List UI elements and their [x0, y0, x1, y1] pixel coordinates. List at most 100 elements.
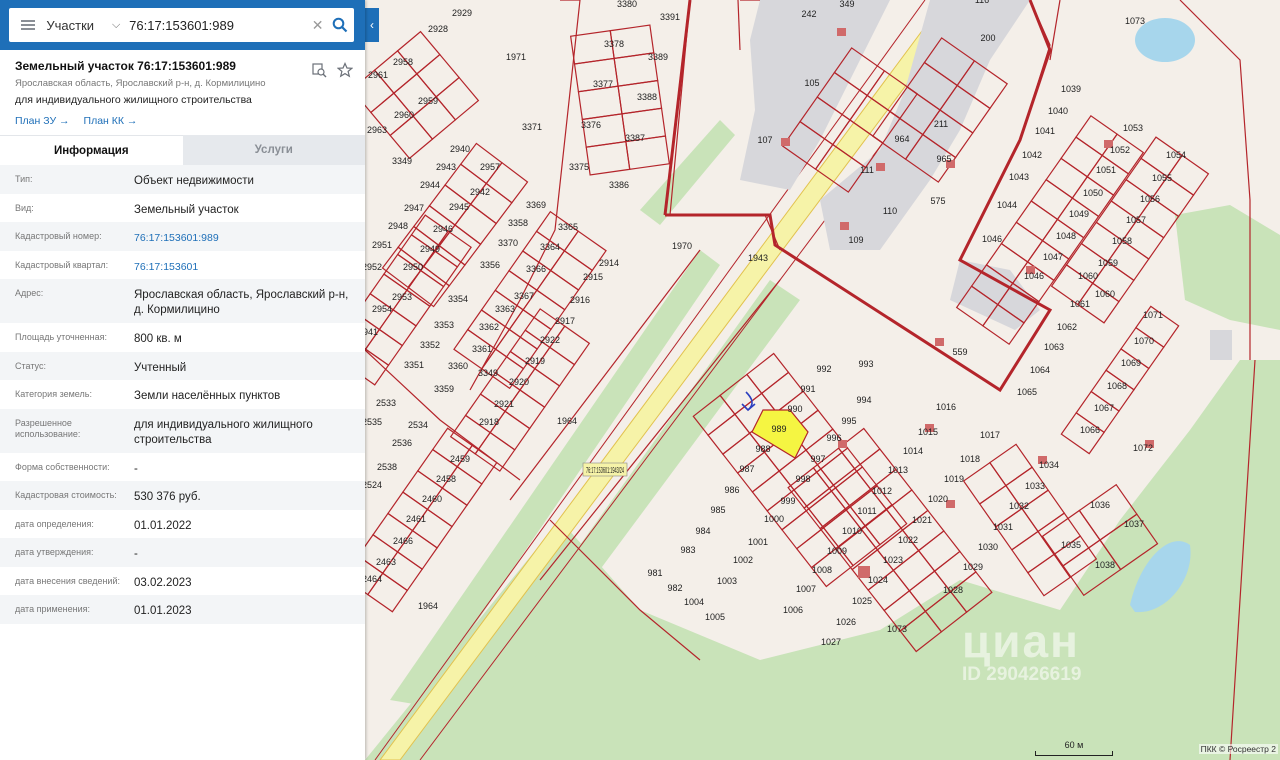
- search-bar: Участки ⌵ ✕: [0, 0, 365, 50]
- parcel-label: 1047: [1043, 252, 1063, 262]
- parcel-label: 3375: [569, 162, 589, 172]
- property-row: Кадастровая стоимость: 530 376 руб.: [0, 481, 365, 510]
- cadastral-number-link[interactable]: 76:17:153601:989: [134, 222, 355, 251]
- parcel-label: 3387: [625, 133, 645, 143]
- parcel-label: 1008: [812, 565, 832, 575]
- property-list: Тип: Объект недвижимости Вид: Земельный …: [0, 165, 365, 624]
- plan-kk-link[interactable]: План КК →: [84, 115, 138, 127]
- parcel-label: 2960: [394, 110, 414, 120]
- tab-information[interactable]: Информация: [0, 135, 183, 165]
- parcel-label: 996: [826, 433, 841, 443]
- property-value: для индивидуального жилищного строительс…: [134, 418, 313, 446]
- property-key: Форма собственности:: [15, 461, 110, 472]
- object-purpose: для индивидуального жилищного строительс…: [15, 94, 252, 106]
- parcel-label: 1040: [1048, 106, 1068, 116]
- parcel-label: 1073: [887, 624, 907, 634]
- property-key: Кадастровый квартал:: [15, 259, 109, 270]
- parcel-label: 1005: [705, 612, 725, 622]
- parcel-label: 1073: [1125, 16, 1145, 26]
- search-input[interactable]: [121, 10, 310, 40]
- property-value: Объект недвижимости: [134, 175, 254, 187]
- parcel-label: 2940: [450, 144, 470, 154]
- parcel-label: 1033: [1025, 481, 1045, 491]
- hamburger-menu-icon[interactable]: [9, 8, 46, 42]
- tab-services[interactable]: Услуги: [182, 135, 365, 165]
- parcel-label: 2536: [392, 438, 412, 448]
- object-address: Ярославская область, Ярославский р-н, д.…: [15, 78, 266, 89]
- search-icon: [332, 17, 348, 33]
- parcel-label: 1038: [1095, 560, 1115, 570]
- parcel-label: 993: [858, 359, 873, 369]
- parcel-label: 1015: [918, 427, 938, 437]
- parcel-label: 1964: [418, 601, 438, 611]
- parcel-label: 1058: [1112, 236, 1132, 246]
- parcel-label: 2953: [392, 292, 412, 302]
- parcel-label: 1029: [963, 562, 983, 572]
- building: [1210, 330, 1232, 360]
- category-select[interactable]: Участки ⌵: [46, 8, 121, 42]
- parcel-label: 1000: [764, 514, 784, 524]
- property-key: Площадь уточненная:: [15, 332, 107, 342]
- favorite-star-icon[interactable]: [336, 62, 354, 78]
- parcel-label: 2918: [479, 417, 499, 427]
- find-on-map-icon[interactable]: [311, 62, 327, 78]
- parcel-label: 1971: [506, 52, 526, 62]
- parcel-label: 1052: [1110, 145, 1130, 155]
- parcel-label: 3352: [420, 340, 440, 350]
- property-row: Статус: Учтенный: [0, 351, 365, 380]
- selected-parcel-label: 989: [771, 424, 786, 434]
- parcel-label: 1964: [557, 416, 577, 426]
- clear-search-icon[interactable]: ✕: [309, 17, 326, 34]
- parcel-label: 3366: [526, 264, 546, 274]
- parcel-label: 1046: [982, 234, 1002, 244]
- scale-label: 60 м: [1064, 740, 1084, 750]
- parcel-label: 2919: [525, 356, 545, 366]
- property-row: Разрешенное использование: для индивидуа…: [0, 408, 365, 453]
- parcel-label: 3363: [495, 304, 515, 314]
- parcel-label: 1004: [684, 597, 704, 607]
- parcel-label: 1048: [1056, 231, 1076, 241]
- property-row: Площадь уточненная: 800 кв. м: [0, 323, 365, 352]
- parcel-label: 1009: [827, 546, 847, 556]
- parcel-label: 984: [695, 526, 710, 536]
- parcel-label: 2951: [372, 240, 392, 250]
- property-row: Вид: Земельный участок: [0, 194, 365, 223]
- parcel-label: 111: [860, 165, 874, 175]
- parcel-label: 1037: [1124, 519, 1144, 529]
- parcel-label: 983: [680, 545, 695, 555]
- parcel-label: 1039: [1061, 84, 1081, 94]
- parcel-label: 1063: [1044, 342, 1064, 352]
- property-key: Вид:: [15, 202, 34, 213]
- plan-zu-link[interactable]: План ЗУ →: [15, 115, 70, 127]
- parcel-label: 2533: [376, 398, 396, 408]
- parcel-label: 2961: [368, 70, 388, 80]
- parcel-label: 2458: [436, 474, 456, 484]
- parcel-label: 3349: [392, 156, 412, 166]
- road-label: 76:17:153601:1943/24: [586, 465, 624, 475]
- parcel-label: 998: [795, 474, 810, 484]
- parcel-label: 1022: [898, 535, 918, 545]
- parcel-label: 211: [934, 119, 948, 129]
- info-panel: Участки ⌵ ✕ Земельный участок 76:17:1536…: [0, 0, 365, 760]
- parcel-label: 2466: [393, 536, 413, 546]
- property-key: Кадастровая стоимость:: [15, 490, 117, 500]
- property-value: Земельный участок: [134, 203, 239, 216]
- parcel-label: 2534: [408, 420, 428, 430]
- object-title: Земельный участок 76:17:153601:989: [15, 59, 236, 73]
- parcel-label: 965: [936, 154, 951, 164]
- property-key: дата внесения сведений:: [15, 575, 120, 586]
- parcel-label: 1070: [1134, 336, 1154, 346]
- parcel-label: 349: [839, 0, 854, 9]
- parcel-label: 1014: [903, 446, 923, 456]
- parcel-label: 1057: [1126, 215, 1146, 225]
- search-button[interactable]: [326, 8, 354, 42]
- parcel-label: 2538: [377, 462, 397, 472]
- parcel-label: 2461: [406, 514, 426, 524]
- map-attribution: ПКК © Росреестр 2: [1198, 744, 1278, 754]
- parcel-label: 1050: [1083, 188, 1103, 198]
- parcel-label: 992: [816, 364, 831, 374]
- parcel-label: 1012: [872, 486, 892, 496]
- cadastral-quarter-link[interactable]: 76:17:153601: [134, 251, 355, 280]
- parcel-label: 1054: [1166, 150, 1186, 160]
- collapse-panel-button[interactable]: ‹: [365, 8, 379, 42]
